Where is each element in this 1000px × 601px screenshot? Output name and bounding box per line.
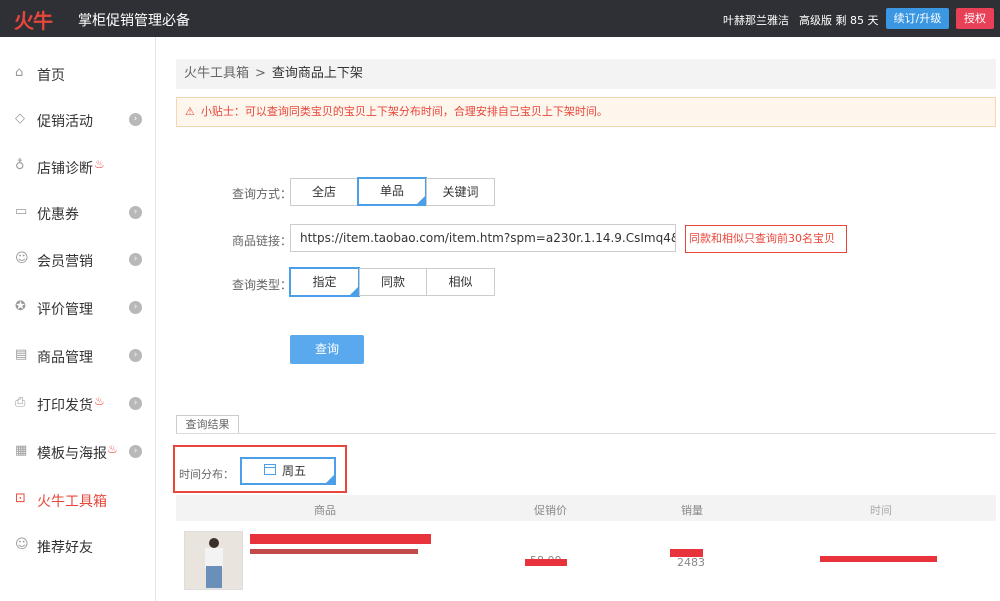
tip-text: 小贴士：可以查询同类宝贝的宝贝上下架分布时间，合理安排自己宝贝上下架时间。 [200, 105, 608, 118]
figure-head [209, 538, 219, 548]
product-thumbnail[interactable] [184, 531, 243, 590]
sidebar-item-label: 店铺诊断 [37, 161, 93, 177]
review-icon: ✪ [15, 299, 26, 314]
weekday-selector[interactable]: 周五 [240, 457, 336, 485]
calendar-icon [264, 464, 276, 475]
chevron-right-icon: › [129, 301, 142, 314]
sidebar-item-print-shipping[interactable]: ⎙ 打印发货 ♨ › [0, 381, 155, 427]
query-type-option-similar[interactable]: 相似 [426, 268, 495, 296]
query-button[interactable]: 查询 [290, 335, 364, 364]
page-title: 查询商品上下架 [271, 66, 363, 81]
sidebar-item-label: 推荐好友 [37, 540, 93, 556]
auth-button[interactable]: 授权 [956, 8, 994, 29]
chevron-right-icon: › [129, 113, 142, 126]
sidebar-item-label: 模板与海报 [37, 446, 107, 462]
sidebar-item-home[interactable]: ⌂ 首页 [0, 51, 155, 97]
home-icon: ⌂ [15, 65, 24, 80]
sidebar-item-goods[interactable]: ▤ 商品管理 › [0, 333, 155, 379]
template-icon: ▦ [15, 443, 28, 458]
printer-icon: ⎙ [15, 395, 26, 410]
sidebar-item-label: 会员营销 [37, 254, 93, 270]
query-type-option-specified[interactable]: 指定 [289, 267, 360, 297]
results-tab[interactable]: 查询结果 [176, 415, 239, 434]
sidebar-item-member-marketing[interactable]: ☺ 会员营销 › [0, 237, 155, 283]
query-mode-option-keyword[interactable]: 关键词 [426, 178, 495, 206]
sidebar-item-label: 首页 [37, 68, 65, 84]
query-type-label: 查询类型： [232, 278, 293, 292]
chevron-right-icon: › [129, 206, 142, 219]
toolbox-icon: ⊡ [15, 491, 26, 506]
column-header-time: 时间 [870, 504, 892, 517]
weekday-value: 周五 [282, 464, 307, 478]
query-mode-option-shop[interactable]: 全店 [290, 178, 358, 206]
query-mode-option-single[interactable]: 单品 [357, 177, 427, 206]
sidebar-item-label: 优惠券 [37, 207, 79, 223]
figure-legs [206, 566, 222, 588]
plan-status: 高级版 剩 85 天 [799, 14, 879, 27]
column-header-sales: 销量 [681, 504, 703, 517]
column-header-item: 商品 [314, 504, 336, 517]
top-bar: 火牛 掌柜促销管理必备 叶赫那兰雅洁 高级版 剩 85 天 续订/升级 授权 [0, 0, 1000, 37]
chevron-right-icon: › [129, 397, 142, 410]
sidebar-item-templates[interactable]: ▦ 模板与海报 ♨ › [0, 429, 155, 475]
column-header-price: 促销价 [534, 504, 567, 517]
sidebar-item-label: 商品管理 [37, 350, 93, 366]
results-table-header: 商品 促销价 销量 时间 [176, 495, 996, 521]
sales-value: 2483 [677, 556, 705, 569]
sidebar-item-toolbox[interactable]: ⊡ 火牛工具箱 [0, 477, 155, 523]
sidebar-item-promotions[interactable]: ◇ 促销活动 › [0, 97, 155, 143]
sidebar-item-reviews[interactable]: ✪ 评价管理 › [0, 285, 155, 331]
figure-body [205, 548, 223, 568]
chevron-right-icon: › [129, 253, 142, 266]
sidebar-item-label: 打印发货 [37, 398, 93, 414]
sidebar: ⌂ 首页 ◇ 促销活动 › ♁ 店铺诊断 ♨ ▭ 优惠券 › ☺ 会员营销 › … [0, 37, 156, 601]
item-link-input[interactable]: https://item.taobao.com/item.htm?spm=a23… [290, 224, 676, 252]
hot-flame-icon: ♨ [107, 442, 118, 456]
sidebar-item-diagnosis[interactable]: ♁ 店铺诊断 ♨ [0, 144, 155, 190]
divider [176, 433, 996, 434]
sidebar-item-refer-friends[interactable]: ☺ 推荐好友 [0, 523, 155, 569]
sidebar-item-label: 火牛工具箱 [37, 494, 107, 510]
query-mode-label: 查询方式： [232, 187, 293, 201]
stethoscope-icon: ♁ [15, 158, 25, 173]
app-logo[interactable]: 火牛 [14, 5, 53, 34]
user-icon: ☺ [15, 537, 29, 552]
sidebar-item-label: 评价管理 [37, 302, 93, 318]
tag-icon: ◇ [15, 111, 25, 126]
redacted-title [250, 534, 431, 544]
coupon-icon: ▭ [15, 204, 28, 219]
query-type-option-same[interactable]: 同款 [359, 268, 427, 296]
item-link-label: 商品链接： [232, 234, 293, 248]
tip-banner: ⚠ 小贴士：可以查询同类宝贝的宝贝上下架分布时间，合理安排自己宝贝上下架时间。 [176, 97, 996, 127]
breadcrumb-root[interactable]: 火牛工具箱 [184, 66, 249, 81]
goods-icon: ▤ [15, 347, 28, 362]
shop-name: 叶赫那兰雅洁 [723, 14, 789, 27]
link-note: 同款和相似只查询前30名宝贝 [685, 225, 847, 253]
user-icon: ☺ [15, 251, 29, 266]
redacted-price [525, 559, 567, 566]
breadcrumb-separator: > [255, 66, 266, 81]
warning-icon: ⚠ [185, 105, 195, 118]
hot-flame-icon: ♨ [94, 157, 105, 171]
sidebar-item-label: 促销活动 [37, 114, 93, 130]
redacted-time [820, 556, 937, 562]
redacted-subtitle [250, 549, 418, 554]
chevron-right-icon: › [129, 445, 142, 458]
breadcrumb: 火牛工具箱 > 查询商品上下架 [176, 59, 996, 89]
sidebar-item-coupons[interactable]: ▭ 优惠券 › [0, 190, 155, 236]
chevron-right-icon: › [129, 349, 142, 362]
app-title: 掌柜促销管理必备 [78, 13, 190, 29]
hot-flame-icon: ♨ [94, 394, 105, 408]
renew-button[interactable]: 续订/升级 [886, 8, 949, 29]
time-distribution-label: 时间分布： [179, 468, 234, 481]
